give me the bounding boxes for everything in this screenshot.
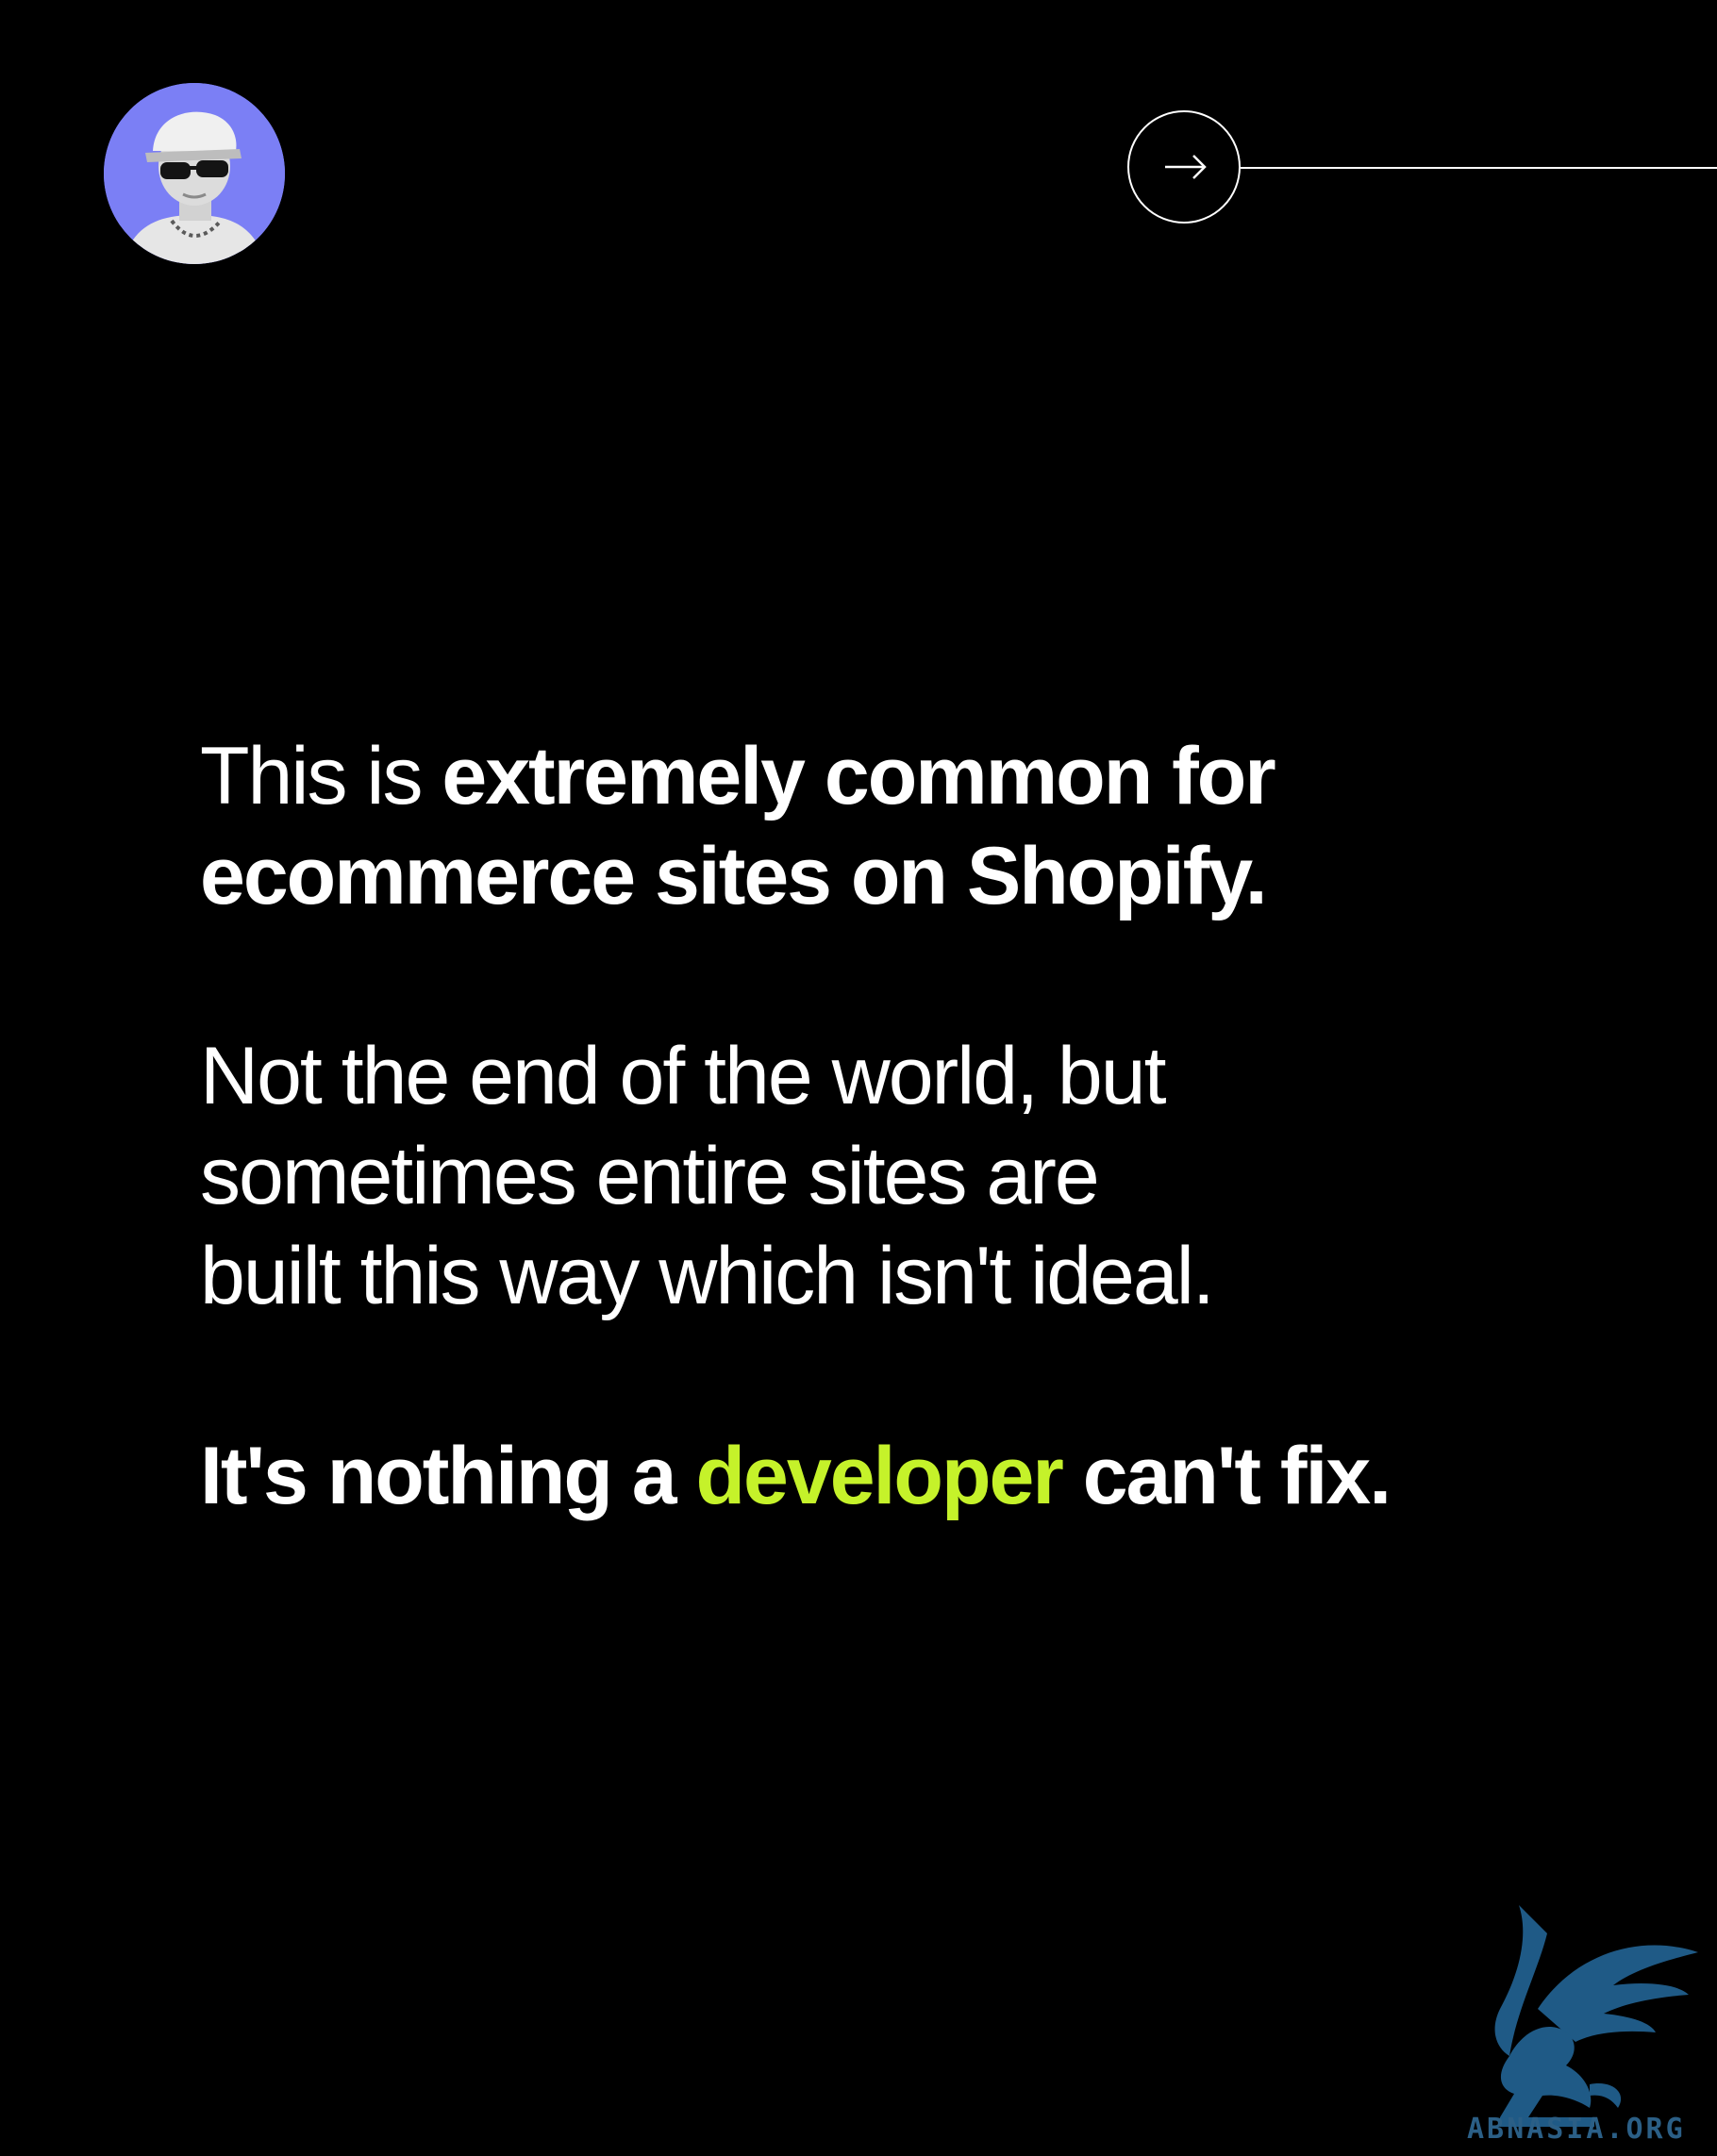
paragraph-3: It's nothing a developer can't fix. (200, 1426, 1577, 1526)
paragraph-3-line-1: It's nothing a developer can't fix. (200, 1426, 1577, 1526)
paragraph-1: This is extremely common for ecommerce s… (200, 726, 1577, 926)
paragraph-2-line-3: built this way which isn't ideal. (200, 1231, 1215, 1321)
paragraph-2: Not the end of the world, but sometimes … (200, 1026, 1577, 1326)
highlight-word: developer (695, 1431, 1064, 1521)
light-text: This is (200, 731, 442, 821)
bold-text: extremely common for (442, 731, 1275, 821)
text-after: can't fix. (1061, 1431, 1392, 1521)
next-button[interactable] (1127, 110, 1241, 224)
arrow-right-icon (1165, 155, 1207, 179)
watermark-text: ABNASIA.ORG (1467, 2113, 1686, 2146)
divider-line (1241, 167, 1717, 169)
paragraph-1-line-2: ecommerce sites on Shopify. (200, 831, 1268, 921)
text-before: It's nothing a (200, 1431, 696, 1521)
main-text: This is extremely common for ecommerce s… (200, 726, 1577, 1526)
paragraph-2-line-1: Not the end of the world, but (200, 1031, 1166, 1121)
avatar-photo (104, 83, 285, 264)
paragraph-1-line-1: This is extremely common for (200, 726, 1577, 826)
paragraph-2-line-2: sometimes entire sites are (200, 1131, 1100, 1221)
avatar (104, 83, 285, 264)
